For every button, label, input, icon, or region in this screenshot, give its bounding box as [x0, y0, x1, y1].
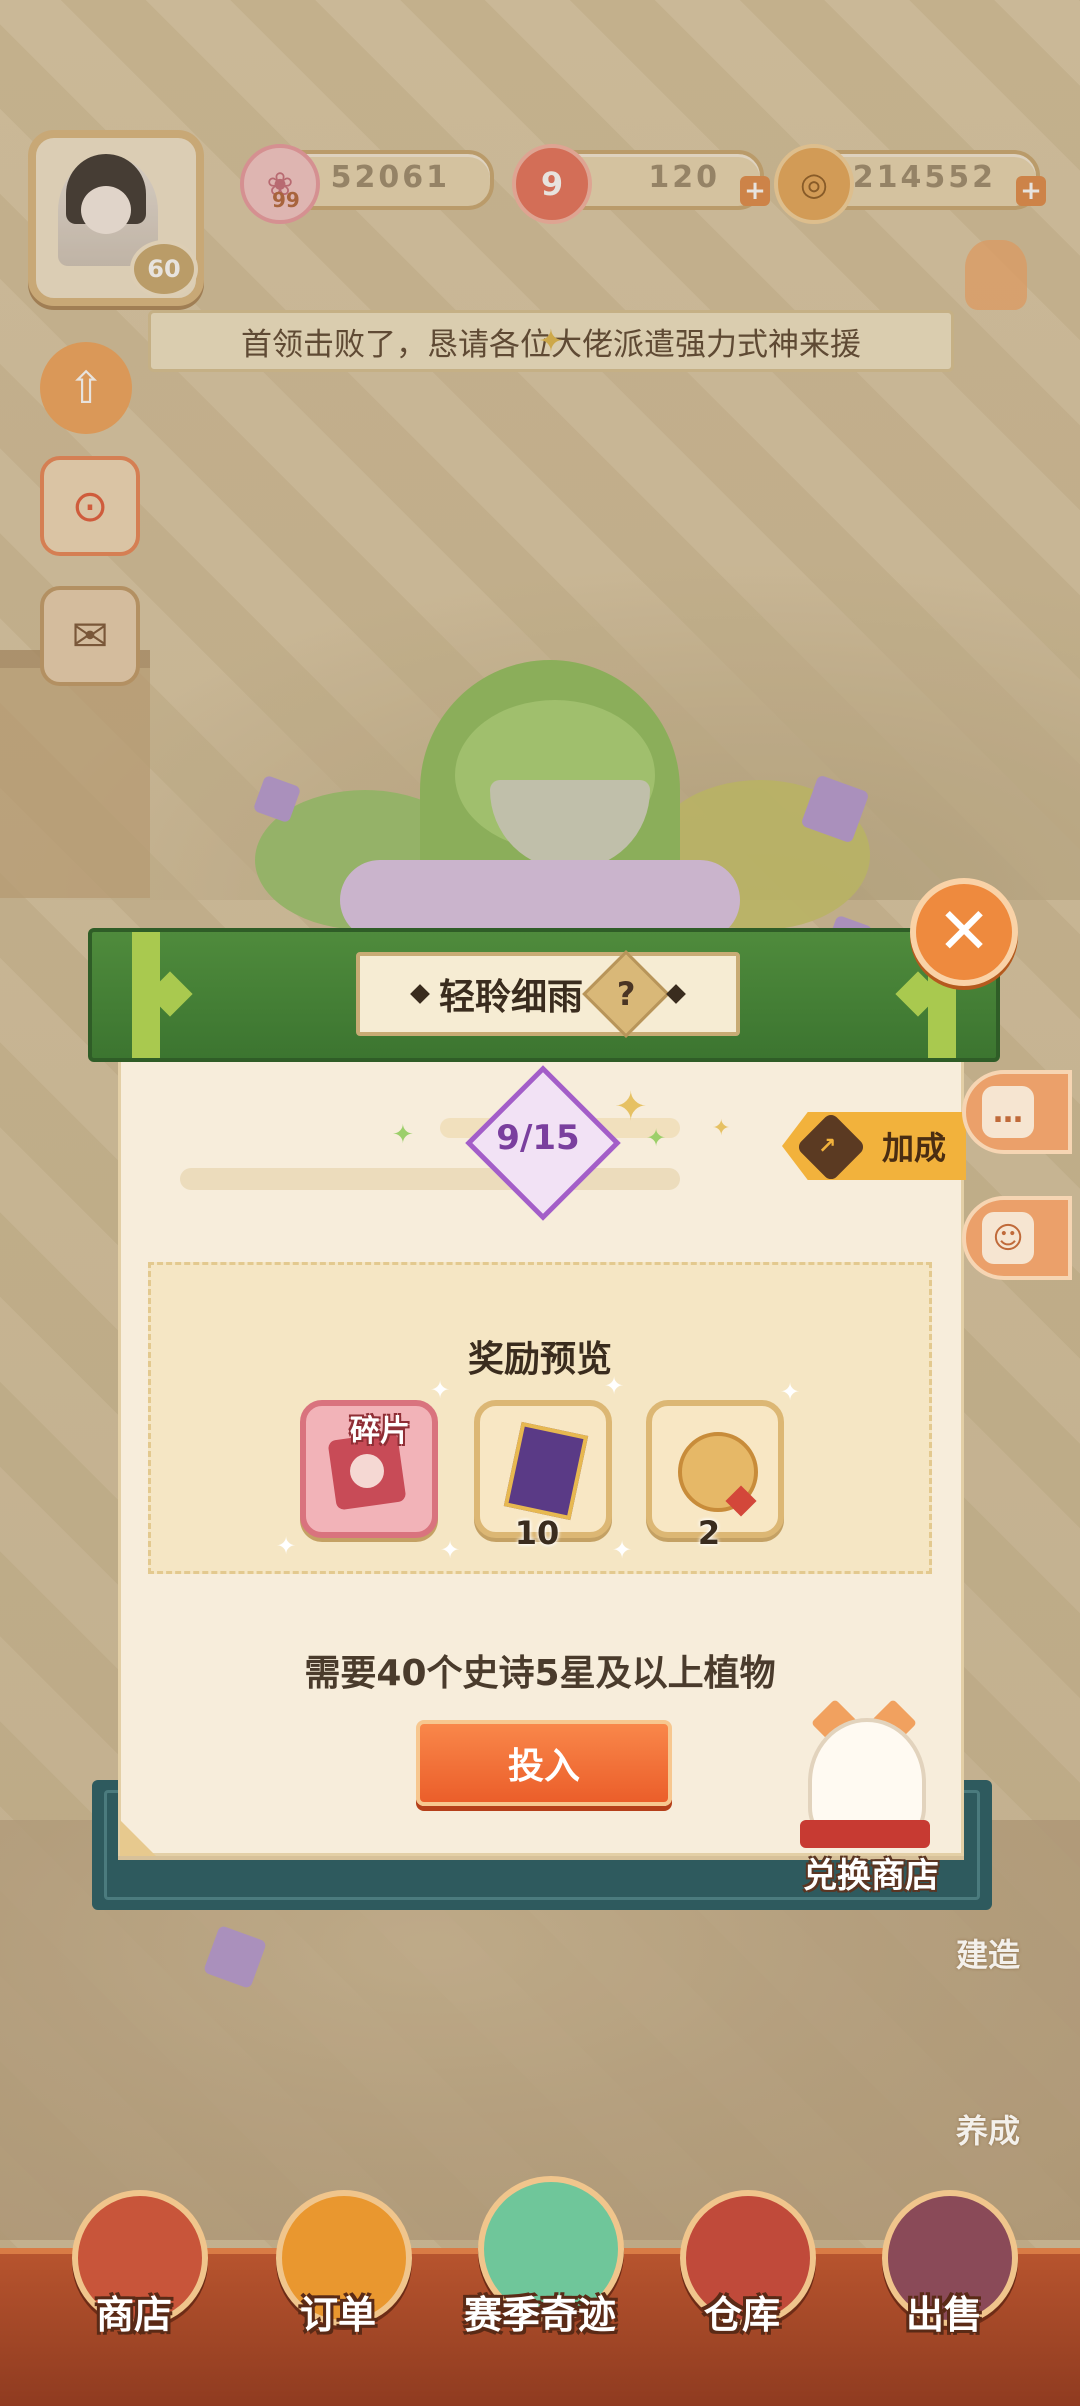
lucky-cat-base	[800, 1820, 930, 1848]
submit-button[interactable]: 投入	[416, 1720, 672, 1806]
chat-button[interactable]: …	[962, 1070, 1072, 1154]
sparkle-icon: ✦	[430, 1376, 451, 1404]
sparkle-icon: ✦	[612, 1536, 633, 1564]
character-icon: ☺	[982, 1212, 1034, 1264]
question-icon: ?	[616, 975, 636, 1013]
modal-title-plate: 轻聆细雨 ?	[356, 950, 740, 1038]
fragment-label: 碎片	[350, 1414, 410, 1449]
sparkle-icon: ✦	[440, 1536, 461, 1564]
reward-title: 奖励预览	[467, 1339, 612, 1380]
nav-warehouse-label: 仓库	[703, 2293, 780, 2337]
progress-badge: 9/15	[465, 1065, 621, 1221]
progress-text: 9/15	[496, 1118, 580, 1158]
outfit-ticket-icon	[503, 1421, 589, 1521]
nav-sell-label: 出售	[905, 2293, 982, 2337]
nav-shop[interactable]: 商店	[64, 2190, 208, 2390]
nav-shop-label: 商店	[95, 2293, 172, 2337]
modal-title: 轻聆细雨	[438, 977, 583, 1018]
nurture-label[interactable]: 养成	[956, 2106, 1020, 2152]
nav-season-wonder-label: 赛季奇迹	[463, 2293, 616, 2337]
requirement-text: 需要40个史诗5星及以上植物	[304, 1653, 776, 1694]
exchange-shop-label[interactable]: 兑换商店	[776, 1848, 966, 1897]
reward-count: 2	[697, 1514, 721, 1552]
sparkle-icon: ✦	[780, 1378, 801, 1406]
nav-warehouse[interactable]: 仓库	[672, 2190, 816, 2390]
character-button[interactable]: ☺	[962, 1196, 1072, 1280]
sparkle-icon: ✦	[276, 1532, 297, 1560]
nav-sell[interactable]: 出售	[874, 2190, 1018, 2390]
help-button[interactable]: ?	[582, 950, 670, 1038]
sparkle-icon: ✦	[614, 1084, 648, 1130]
reward-count: 10	[514, 1514, 560, 1552]
close-button[interactable]: ✕	[910, 878, 1018, 986]
sparkle-icon: ✦	[604, 1372, 625, 1400]
build-label[interactable]: 建造	[956, 1930, 1020, 1976]
sparkle-icon: ✦	[712, 1116, 731, 1141]
trend-up-glyph: ↗	[818, 1134, 837, 1159]
sparkle-icon: ✦	[646, 1124, 667, 1152]
bonus-label: 加成	[881, 1129, 946, 1167]
title-diamond-icon	[410, 984, 430, 1004]
nav-season-wonder[interactable]: 赛季奇迹	[464, 2176, 624, 2376]
nav-orders-label: 订单	[299, 2293, 376, 2337]
chat-bubble-icon: …	[982, 1086, 1034, 1138]
nav-orders[interactable]: 订单	[268, 2190, 412, 2390]
sparkle-icon: ✦	[392, 1120, 414, 1150]
title-diamond-icon	[666, 984, 686, 1004]
